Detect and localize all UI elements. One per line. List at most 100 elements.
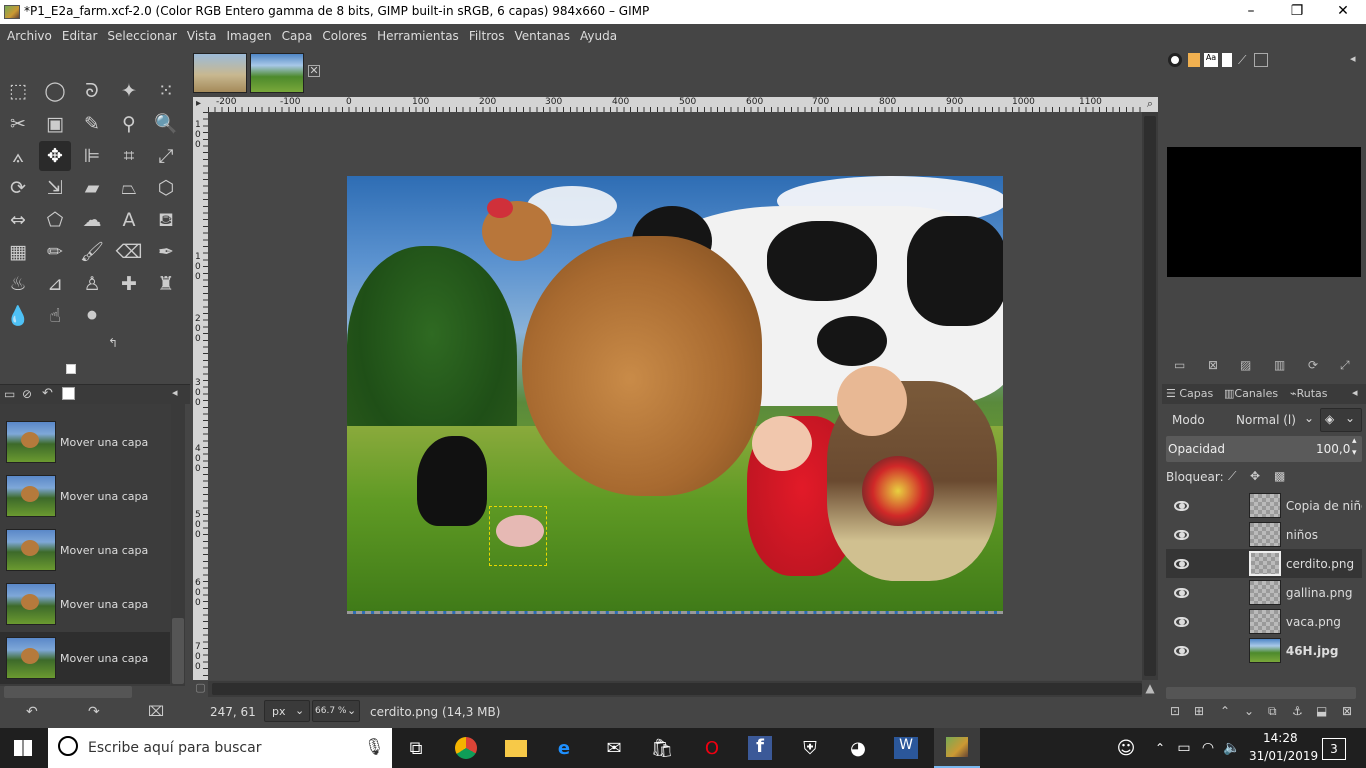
undo-item[interactable]: Mover una capa: [0, 416, 170, 468]
paths-tab[interactable]: ⌁Rutas: [1290, 387, 1328, 400]
menu-editar[interactable]: Editar: [57, 24, 103, 48]
eye-icon[interactable]: [1174, 529, 1190, 540]
3d-transform-icon[interactable]: ⬡: [150, 173, 182, 203]
zoom-icon[interactable]: 🔍: [150, 109, 182, 139]
clone-icon[interactable]: ♙: [76, 269, 108, 299]
maximize-button[interactable]: ❐: [1274, 0, 1320, 24]
hscroll-thumb[interactable]: [212, 683, 1142, 695]
brush-new-icon[interactable]: ▨: [1240, 358, 1251, 372]
ink-icon[interactable]: ♨: [2, 269, 34, 299]
document-tab-icon[interactable]: [1222, 53, 1232, 67]
menu-capa[interactable]: Capa: [277, 24, 318, 48]
brushes-tab-icon[interactable]: [1168, 53, 1182, 67]
undo-scroll-thumb[interactable]: [172, 618, 184, 684]
perspective-clone-icon[interactable]: ♜: [150, 269, 182, 299]
eye-icon[interactable]: [1174, 616, 1190, 627]
warp-transform-icon[interactable]: ☁: [76, 205, 108, 235]
ruler-corner[interactable]: ▸: [193, 97, 208, 112]
anchor-layer-icon[interactable]: ⚓: [1292, 704, 1303, 718]
horizontal-ruler[interactable]: -200 -100 0 100 200 300 400 500 600 700 …: [208, 97, 1142, 112]
paintbrush-icon[interactable]: 🖌: [76, 237, 108, 267]
defender-icon[interactable]: ⛨: [796, 734, 824, 762]
free-select-icon[interactable]: ᘐ: [76, 76, 108, 106]
menu-archivo[interactable]: Archivo: [0, 24, 57, 48]
ellipse-select-icon[interactable]: ◯: [39, 76, 71, 106]
eye-icon[interactable]: [1174, 558, 1190, 569]
gradients-tab-icon[interactable]: [1254, 53, 1268, 67]
new-layer-icon[interactable]: ⊡: [1170, 704, 1180, 718]
navigate-icon[interactable]: ▲: [1142, 681, 1158, 697]
lock-position-icon[interactable]: ✥: [1250, 469, 1260, 483]
blur-icon[interactable]: 💧: [2, 301, 34, 331]
notifications-icon[interactable]: 3: [1322, 738, 1346, 760]
layer-row[interactable]: Copia de niños: [1166, 491, 1362, 520]
fuzzy-select-icon[interactable]: ✦: [113, 76, 145, 106]
app-icon[interactable]: ◕: [844, 734, 872, 762]
volume-icon[interactable]: 🔈: [1218, 734, 1246, 762]
brush-delete-icon[interactable]: ⊠: [1208, 358, 1218, 372]
panel-menu-icon[interactable]: ◂: [172, 386, 178, 399]
color-picker-icon[interactable]: ⚲: [113, 109, 145, 139]
people-icon[interactable]: ☺: [1112, 734, 1140, 762]
crop-icon[interactable]: ⌗: [113, 141, 145, 171]
image-tab-pyramids[interactable]: [193, 53, 247, 93]
bucket-fill-icon[interactable]: ⛾: [150, 205, 182, 235]
select-by-color-icon[interactable]: ⁙: [150, 76, 182, 106]
menu-colores[interactable]: Colores: [317, 24, 372, 48]
undo-item[interactable]: Mover una capa: [0, 524, 170, 576]
align-icon[interactable]: ⊫: [76, 141, 108, 171]
lock-pixels-icon[interactable]: ⟋: [1228, 469, 1236, 484]
heal-icon[interactable]: ✚: [113, 269, 145, 299]
close-button[interactable]: ✕: [1320, 0, 1366, 24]
zoom-toggle-icon[interactable]: ⌕: [1142, 97, 1158, 112]
perspective-icon[interactable]: ⏢: [113, 173, 145, 203]
dodge-burn-icon[interactable]: ⚫: [76, 301, 108, 331]
edge-icon[interactable]: e: [550, 734, 578, 762]
undo-item[interactable]: Mover una capa: [0, 470, 170, 522]
gradient-icon[interactable]: ▦: [2, 237, 34, 267]
paths-icon[interactable]: ✎: [76, 109, 108, 139]
duplicate-layer-icon[interactable]: ⧉: [1268, 704, 1277, 719]
windows-start-icon[interactable]: [14, 740, 32, 756]
layer-row-selected[interactable]: cerdito.png: [1166, 549, 1362, 578]
gimp-taskbar-button[interactable]: [934, 728, 980, 768]
layer-row[interactable]: niños: [1166, 520, 1362, 549]
menu-ayuda[interactable]: Ayuda: [575, 24, 622, 48]
rect-select-icon[interactable]: ⬚: [2, 76, 34, 106]
shear-icon[interactable]: ▰: [76, 173, 108, 203]
foreground-select-icon[interactable]: ▣: [39, 109, 71, 139]
brush-edit-icon[interactable]: ▭: [1174, 358, 1185, 372]
file-explorer-icon[interactable]: [502, 734, 530, 762]
swap-colors-icon[interactable]: ↰: [108, 336, 118, 350]
menu-filtros[interactable]: Filtros: [464, 24, 510, 48]
new-layer-group-icon[interactable]: ⊞: [1194, 704, 1204, 718]
scale-icon[interactable]: ⇲: [39, 173, 71, 203]
vertical-ruler[interactable]: 1 0 0 1 0 0 2 0 0 3 0 0 4 0 0 5 0 0 6 0 …: [193, 112, 208, 680]
chrome-icon[interactable]: [452, 734, 480, 762]
pencil-icon[interactable]: ✏: [39, 237, 71, 267]
delete-layer-icon[interactable]: ⊠: [1342, 704, 1352, 718]
paint-dynamics-tab-icon[interactable]: ⟋: [1238, 53, 1246, 68]
farm-composite-image[interactable]: [347, 176, 1003, 614]
taskbar-search-box[interactable]: Escribe aquí para buscar 🎙: [48, 728, 392, 768]
scissors-icon[interactable]: ✂: [2, 109, 34, 139]
lower-layer-icon[interactable]: ⌄: [1244, 704, 1254, 718]
eraser-icon[interactable]: ⌫: [113, 237, 145, 267]
undo-history-tab-icon[interactable]: ↶: [42, 386, 53, 401]
opacity-slider[interactable]: Opacidad 100,0 ▴ ▾: [1166, 436, 1362, 462]
images-tab-icon[interactable]: [62, 387, 75, 400]
word-icon[interactable]: W: [892, 734, 920, 762]
mail-icon[interactable]: ✉: [600, 734, 628, 762]
layers-tab[interactable]: ☰ Capas: [1166, 387, 1213, 400]
brush-duplicate-icon[interactable]: ▥: [1274, 358, 1285, 372]
eye-icon[interactable]: [1174, 645, 1190, 656]
move-tool-icon[interactable]: ✥: [39, 141, 71, 171]
smudge-icon[interactable]: ☝: [39, 301, 71, 331]
airbrush-icon[interactable]: ✒: [150, 237, 182, 267]
layer-row[interactable]: vaca.png: [1166, 607, 1362, 636]
tool-options-tab-icon[interactable]: ▭: [4, 387, 15, 401]
flip-icon[interactable]: ⇔: [2, 205, 34, 235]
horizontal-scrollbar[interactable]: [208, 681, 1142, 697]
menu-seleccionar[interactable]: Seleccionar: [102, 24, 181, 48]
quick-mask-icon[interactable]: ▢: [193, 681, 208, 697]
